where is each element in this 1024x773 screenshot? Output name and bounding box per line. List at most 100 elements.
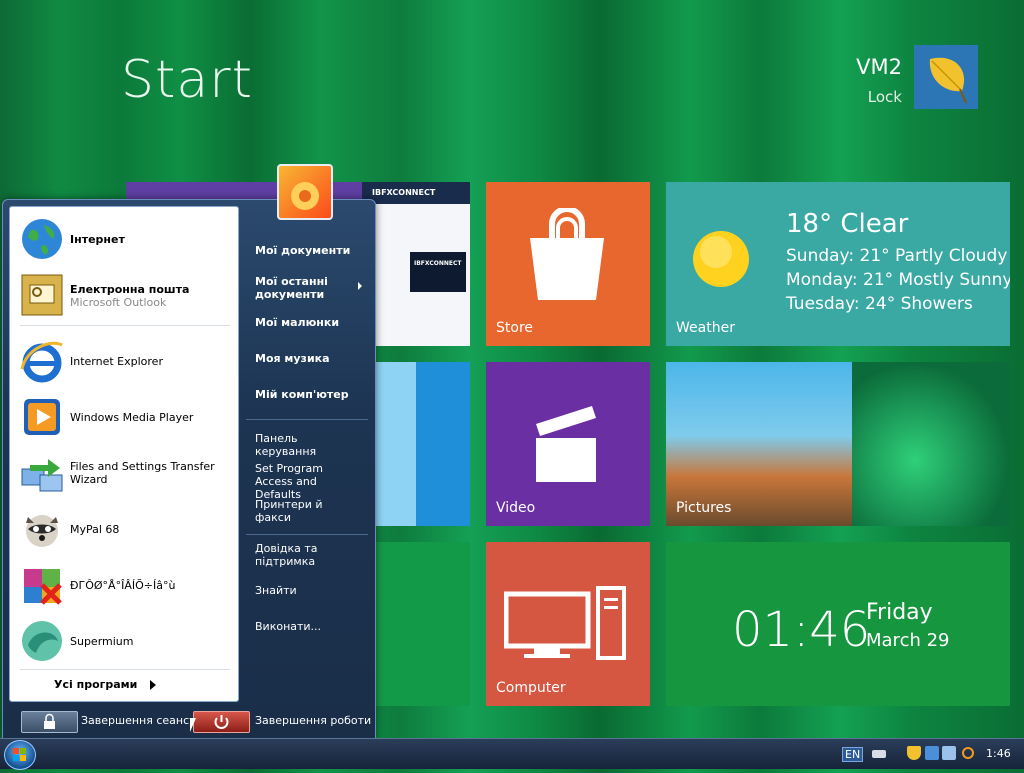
browser-preview: IBFXCONNECT IBFXCONNECT (362, 182, 470, 346)
clock-date: March 29 (866, 630, 950, 651)
mouse-cursor (190, 718, 196, 732)
right-item-search[interactable]: Знайти (255, 584, 360, 597)
pictures-label: Pictures (676, 500, 732, 516)
blue-tile[interactable] (370, 362, 470, 526)
clock-tile[interactable]: 01:46 Friday March 29 (666, 542, 1010, 706)
start-menu-left-pane: Інтернет Електронна пошта Microsoft Outl… (9, 206, 239, 702)
right-item-program-access[interactable]: Set Program Access and Defaults (255, 462, 360, 501)
menu-item-transfer-title: Files and Settings Transfer Wizard (70, 460, 215, 486)
browser-preview-banner (410, 252, 466, 292)
right-item-recent-documents[interactable]: Мої останні документи (255, 275, 360, 301)
menu-item-garbled-title: ÐГÔØ°Å°ÎÂÍÕ÷Íâ°ù (70, 579, 176, 592)
menu-item-email-title: Електронна пошта (70, 283, 190, 296)
internet-explorer-icon (20, 341, 63, 383)
right-separator (246, 419, 368, 420)
log-off-button[interactable] (21, 711, 78, 733)
menu-item-email[interactable]: Електронна пошта Microsoft Outlook (10, 267, 238, 321)
shut-down-label[interactable]: Завершення роботи (255, 714, 371, 727)
video-label: Video (496, 500, 536, 516)
raccoon-icon (26, 515, 58, 547)
power-icon (214, 715, 229, 729)
pictures-tile[interactable]: Pictures (666, 362, 1010, 526)
store-label: Store (496, 320, 534, 336)
menu-item-garbled[interactable]: ÐГÔØ°Å°ÎÂÍÕ÷Íâ°ù (10, 557, 238, 611)
all-programs-label: Усі програми (54, 678, 138, 691)
lock-link[interactable]: Lock (868, 88, 902, 106)
menu-item-media-player[interactable]: Windows Media Player (10, 389, 238, 443)
user-name[interactable]: VM2 (856, 55, 902, 79)
right-item-music[interactable]: Моя музика (255, 352, 360, 365)
globe-icon (22, 219, 62, 259)
right-item-control-panel[interactable]: Панель керування (255, 432, 360, 458)
clock-time: 01:46 (732, 602, 871, 658)
menu-item-internet[interactable]: Інтернет (10, 211, 238, 265)
video-tile[interactable]: Video (486, 362, 650, 526)
right-item-computer[interactable]: Мій комп'ютер (255, 388, 360, 401)
shopping-bag-icon (530, 208, 604, 300)
left-separator (20, 325, 230, 326)
computer-tile[interactable]: Computer (486, 542, 650, 706)
all-programs-button[interactable]: Усі програми (10, 671, 238, 699)
menu-item-mypal[interactable]: MyPal 68 (10, 501, 238, 555)
menu-item-mypal-title: MyPal 68 (70, 523, 120, 536)
menu-item-wmp-title: Windows Media Player (70, 411, 194, 424)
security-shield-icon[interactable] (907, 746, 921, 760)
right-separator (246, 534, 368, 535)
windows-logo-icon (13, 748, 26, 761)
media-player-icon (24, 399, 60, 435)
start-title: Start (121, 50, 254, 110)
right-item-documents[interactable]: Мої документи (255, 244, 360, 257)
menu-item-supermium-title: Supermium (70, 635, 134, 648)
keyboard-icon[interactable] (872, 750, 886, 758)
user-avatar[interactable] (914, 45, 978, 109)
menu-item-supermium[interactable]: Supermium (10, 613, 238, 667)
taskbar-clock[interactable]: 1:46 (986, 747, 1011, 760)
flower-avatar-icon (291, 182, 319, 210)
transfer-wizard-icon (21, 459, 63, 492)
weather-forecast-sunday: Sunday: 21° Partly Cloudy (786, 246, 1008, 266)
clapperboard-icon (536, 406, 596, 482)
shut-down-button[interactable] (193, 711, 250, 733)
menu-item-internet-title: Інтернет (70, 233, 125, 246)
menu-item-transfer-wizard[interactable]: Files and Settings Transfer Wizard (10, 445, 238, 499)
menu-item-email-subtitle: Microsoft Outlook (70, 296, 167, 309)
broken-app-icon (24, 569, 62, 605)
blue-tile-panel (370, 362, 416, 526)
start-menu: Інтернет Електронна пошта Microsoft Outl… (2, 199, 376, 740)
right-item-printers[interactable]: Принтери й факси (255, 498, 360, 524)
weather-forecast-monday: Monday: 21° Mostly Sunny (786, 270, 1010, 290)
weather-label: Weather (676, 320, 735, 336)
start-button[interactable] (4, 740, 36, 770)
right-item-run[interactable]: Виконати... (255, 620, 360, 633)
outlook-icon (21, 274, 63, 316)
chevron-right-icon (358, 282, 362, 290)
display-icon[interactable] (942, 746, 956, 760)
weather-current: 18° Clear (786, 209, 909, 239)
left-separator-bottom (20, 669, 230, 670)
start-menu-bottom-bar: Завершення сеансу Завершення роботи (3, 703, 375, 739)
search-icon[interactable] (962, 747, 974, 759)
language-indicator[interactable]: EN (842, 747, 864, 762)
green-tile-partial[interactable] (370, 542, 470, 706)
chevron-right-icon (150, 680, 156, 690)
right-item-help[interactable]: Довідка та підтримка (255, 542, 360, 568)
browser-preview-banner-text: IBFXCONNECT (414, 260, 462, 267)
leaf-avatar-icon (914, 45, 978, 109)
clock-day: Friday (866, 600, 933, 625)
computer-icon (504, 586, 626, 660)
log-off-label[interactable]: Завершення сеансу (81, 714, 196, 727)
supermium-icon (22, 621, 62, 661)
weather-forecast-tuesday: Tuesday: 24° Showers (786, 294, 973, 314)
store-tile[interactable]: Store (486, 182, 650, 346)
sun-icon (693, 231, 749, 287)
menu-item-internet-explorer[interactable]: Internet Explorer (10, 333, 238, 387)
network-icon[interactable] (925, 746, 939, 760)
weather-tile[interactable]: 18° Clear Sunday: 21° Partly Cloudy Mond… (666, 182, 1010, 346)
menu-item-ie-title: Internet Explorer (70, 355, 163, 368)
browser-preview-logo: IBFXCONNECT (372, 188, 436, 197)
start-menu-user-picture[interactable] (277, 164, 333, 220)
taskbar: EN 1:46 (0, 738, 1024, 770)
right-item-pictures[interactable]: Мої малюнки (255, 316, 360, 329)
pictures-collage-right (852, 362, 1010, 526)
computer-label: Computer (496, 680, 566, 696)
